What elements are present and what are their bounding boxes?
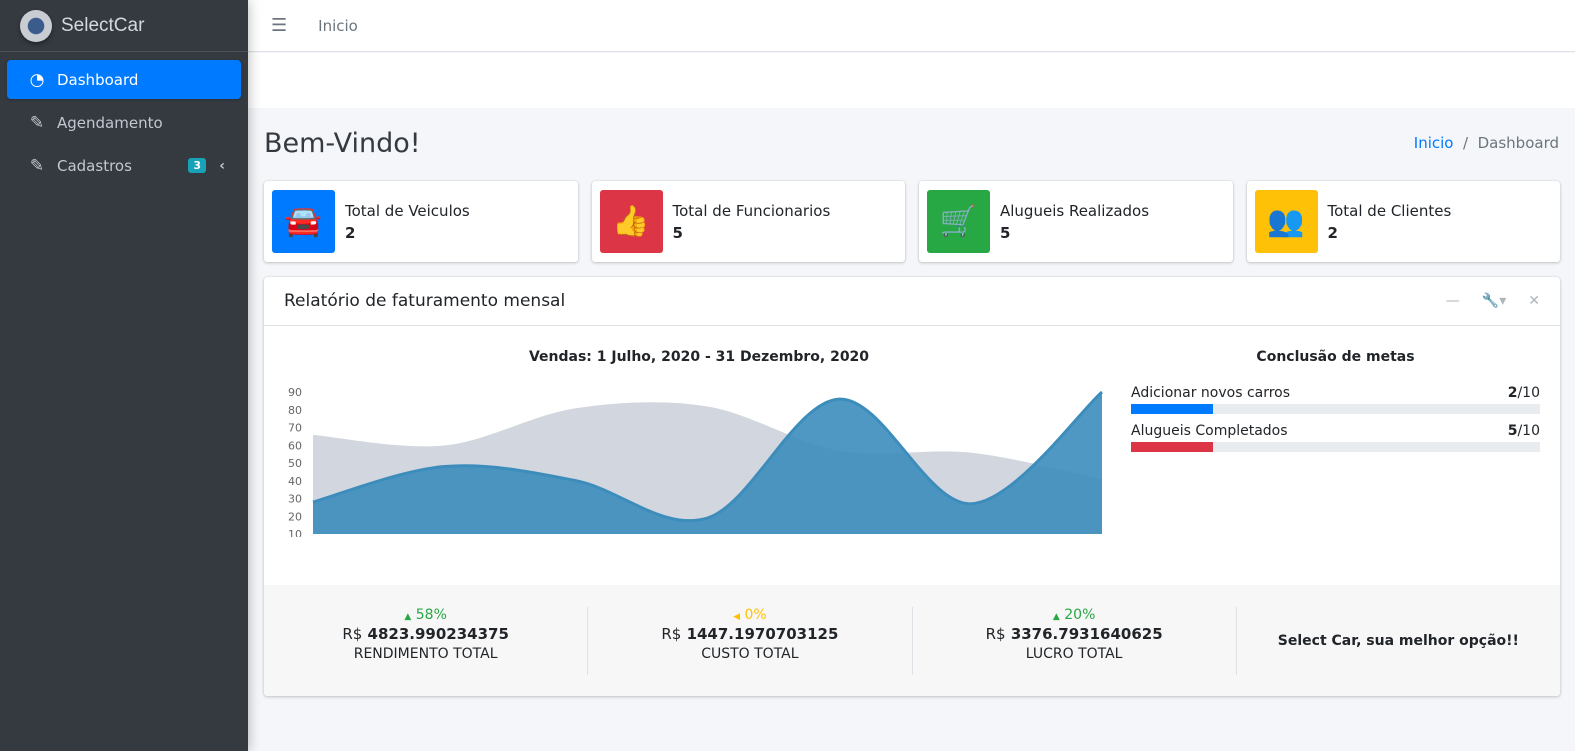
slogan: Select Car, sua melhor opção!!	[1277, 632, 1519, 649]
info-box-value: 2	[1327, 223, 1338, 242]
y-tick-label: 20	[288, 510, 302, 523]
shopping-cart-icon: 🛒	[927, 190, 990, 253]
report-card: Relatório de faturamento mensal — 🔧▾ ✕ Ven…	[264, 277, 1560, 696]
sidebar-item-label: Agendamento	[57, 113, 163, 132]
stat-block: ▲ 58% R$ 4823.990234375 Rendimento Total	[264, 606, 589, 675]
y-tick-label: 30	[288, 493, 302, 506]
currency: R$	[985, 624, 1006, 643]
info-box: 🛒 Alugueis Realizados 5	[919, 181, 1233, 262]
y-tick-label: 60	[288, 439, 302, 452]
top-link-inicio[interactable]: Inicio	[318, 17, 358, 35]
y-tick-label: 10	[288, 528, 302, 537]
sidebar: SelectCar ◔ Dashboard ✎ Agendamento ✎ Cadas…	[0, 0, 248, 751]
goal-progress	[1131, 442, 1540, 452]
stat-label: Rendimento Total	[353, 645, 498, 662]
info-box: 🚘 Total de Veiculos 2	[264, 181, 578, 262]
topbar: ☰ Inicio	[248, 0, 1575, 52]
breadcrumb-current: Dashboard	[1477, 134, 1559, 152]
info-box-value: 5	[1000, 223, 1011, 242]
sidebar-item-agendamento[interactable]: ✎ Agendamento	[7, 103, 241, 142]
goal-label: Adicionar novos carros	[1131, 385, 1291, 401]
chart-title: Vendas: 1 Julho, 2020 - 31 Dezembro, 202…	[528, 349, 870, 365]
close-icon[interactable]: ✕	[1528, 293, 1540, 309]
y-tick-label: 50	[288, 457, 302, 470]
tachometer-icon: ◔	[29, 69, 45, 90]
car-icon: 🚘	[272, 190, 335, 253]
caret-up-icon: ▲	[404, 611, 412, 622]
goal-done: 5	[1507, 423, 1518, 439]
goal-done: 2	[1507, 385, 1518, 401]
stat-percent: 58%	[415, 606, 447, 623]
edit-icon: ✎	[29, 112, 45, 133]
goal-item: Alugueis Completados 5/10	[1131, 423, 1540, 452]
goal-item: Adicionar novos carros 2/10	[1131, 385, 1540, 414]
goals-title: Conclusão de metas	[1256, 349, 1415, 365]
brand-link[interactable]: SelectCar	[0, 0, 248, 52]
sidebar-item-dashboard[interactable]: ◔ Dashboard	[7, 60, 241, 99]
stat-amount: 1447.1970703125	[686, 624, 839, 643]
info-box-label: Alugueis Realizados	[1000, 201, 1150, 220]
sidebar-item-cadastros[interactable]: ✎ Cadastros 3 ‹	[7, 146, 241, 185]
stats-footer: ▲ 58% R$ 4823.990234375 Rendimento Total ◀ …	[264, 585, 1560, 696]
info-box-label: Total de Veiculos	[345, 201, 470, 220]
y-tick-label: 70	[288, 422, 302, 435]
stat-amount: 4823.990234375	[367, 624, 509, 643]
sales-chart: 102030405060708090JanuaryFebruaryMarchAp…	[288, 386, 1103, 537]
stat-label: Lucro Total	[1025, 645, 1123, 662]
y-tick-label: 40	[288, 475, 302, 488]
breadcrumb: Inicio / Dashboard	[1413, 134, 1559, 152]
users-icon: 👥	[1254, 190, 1318, 253]
caret-left-icon: ◀	[733, 611, 740, 622]
goal-label: Alugueis Completados	[1131, 423, 1288, 439]
edit-icon: ✎	[29, 155, 45, 176]
currency: R$	[342, 624, 363, 643]
goal-total: /10	[1517, 385, 1540, 401]
goal-progress	[1131, 404, 1540, 414]
info-box: 👥 Total de Clientes 2	[1246, 181, 1560, 262]
stat-percent: 0%	[744, 606, 767, 623]
page-title: Bem-Vindo!	[264, 127, 421, 159]
y-tick-label: 80	[288, 404, 302, 417]
goals-panel: Conclusão de metas Adicionar novos carro…	[1131, 349, 1540, 461]
stat-block: ◀ 0% R$ 1447.1970703125 Custo Total	[588, 606, 913, 675]
count-badge: 3	[188, 158, 206, 173]
stat-block: ▲ 20% R$ 3376.7931640625 Lucro Total	[913, 606, 1237, 675]
card-title: Relatório de faturamento mensal	[284, 291, 566, 311]
currency: R$	[661, 624, 682, 643]
y-tick-label: 90	[288, 386, 302, 399]
goal-total: /10	[1517, 423, 1540, 439]
brand-logo	[20, 9, 52, 42]
breadcrumb-home[interactable]: Inicio	[1414, 134, 1454, 152]
info-box-label: Total de Funcionarios	[672, 201, 831, 220]
brand-name: SelectCar	[61, 14, 145, 36]
info-box-label: Total de Clientes	[1327, 201, 1452, 220]
header-spacer	[248, 53, 1575, 108]
stat-label: Custo Total	[701, 645, 799, 662]
sidebar-item-label: Cadastros	[57, 156, 132, 175]
chevron-left-icon: ‹	[219, 157, 225, 174]
sidebar-item-label: Dashboard	[57, 70, 139, 89]
collapse-icon[interactable]: —	[1446, 293, 1460, 309]
stat-percent: 20%	[1064, 606, 1096, 623]
thumbs-up-icon: 👍	[599, 190, 663, 253]
info-box-value: 2	[345, 223, 356, 242]
stat-amount: 3376.7931640625	[1010, 624, 1163, 643]
menu-toggle-icon[interactable]: ☰	[271, 15, 287, 36]
caret-up-icon: ▲	[1052, 611, 1060, 622]
wrench-icon[interactable]: 🔧▾	[1482, 293, 1506, 309]
info-box-value: 5	[672, 223, 683, 242]
info-box: 👍 Total de Funcionarios 5	[591, 181, 905, 262]
